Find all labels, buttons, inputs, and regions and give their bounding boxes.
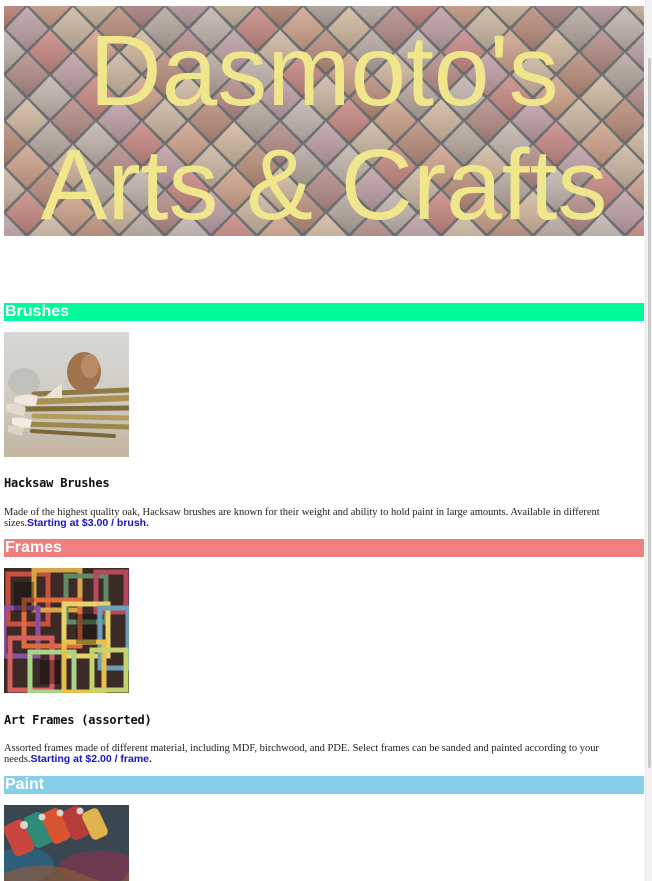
page: Dasmoto's Arts & Crafts Brushes Hacksaw … — [0, 0, 652, 881]
scrollbar-thumb[interactable] — [648, 58, 651, 768]
vertical-scrollbar[interactable] — [645, 0, 652, 881]
item-description-frames: Assorted frames made of different materi… — [4, 743, 644, 765]
section-title-frames: Frames — [4, 539, 644, 557]
header-banner: Dasmoto's Arts & Crafts — [4, 6, 644, 236]
brushes-image — [4, 332, 129, 457]
item-name-hacksaw-brushes: Hacksaw Brushes — [4, 476, 110, 490]
section-title-paint: Paint — [4, 776, 644, 794]
paint-image — [4, 805, 129, 881]
price-text: Starting at $3.00 / brush. — [27, 517, 149, 529]
price-text: Starting at $2.00 / frame. — [30, 753, 152, 765]
page-title: Dasmoto's Arts & Crafts — [40, 15, 608, 236]
item-description-brushes: Made of the highest quality oak, Hacksaw… — [4, 507, 644, 529]
frames-image — [4, 568, 129, 693]
section-title-brushes: Brushes — [4, 303, 644, 321]
item-name-art-frames: Art Frames (assorted) — [4, 713, 152, 727]
